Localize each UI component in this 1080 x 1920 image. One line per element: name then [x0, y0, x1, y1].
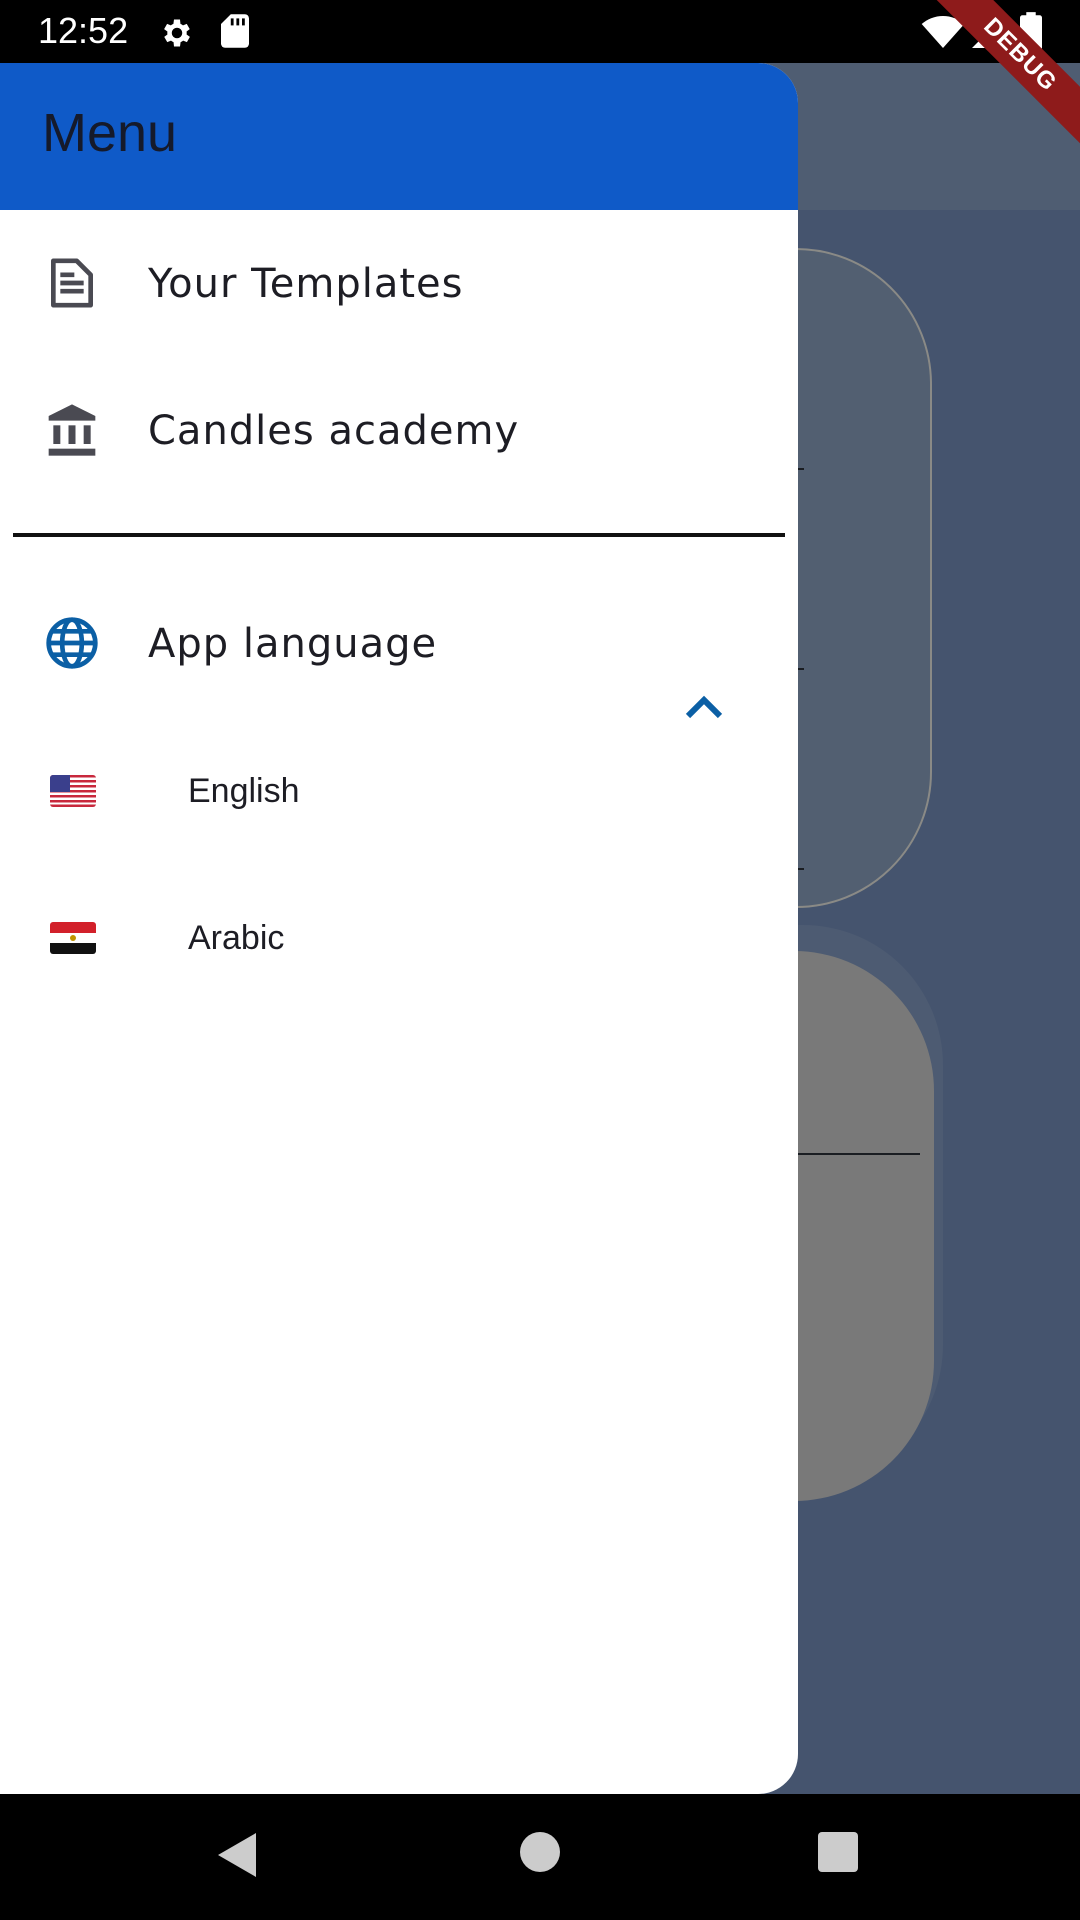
back-icon[interactable]	[214, 1830, 260, 1880]
menu-item-app-language[interactable]: App language	[0, 570, 798, 717]
signal-icon	[972, 16, 1004, 48]
document-icon	[51, 258, 93, 308]
language-option-english[interactable]: English	[0, 717, 798, 864]
sd-card-icon	[221, 14, 249, 48]
menu-item-label: App language	[148, 621, 438, 667]
system-nav-bar	[0, 1794, 1080, 1920]
home-icon[interactable]	[520, 1832, 560, 1872]
status-bar: 12:52	[0, 0, 1080, 63]
bank-icon	[48, 404, 96, 456]
globe-icon	[46, 617, 98, 669]
menu-item-label: Candles academy	[148, 408, 520, 454]
gear-icon	[164, 19, 190, 47]
background-divider	[798, 1153, 920, 1155]
navigation-drawer: Menu Your Templates Candles academy App …	[0, 63, 798, 1794]
recents-icon[interactable]	[818, 1832, 858, 1872]
menu-item-your-templates[interactable]: Your Templates	[0, 210, 798, 357]
language-option-label: Arabic	[188, 919, 285, 957]
drawer-title: Menu	[42, 103, 178, 163]
us-flag-icon	[50, 775, 96, 807]
menu-item-label: Your Templates	[148, 261, 464, 307]
language-option-arabic[interactable]: Arabic	[0, 864, 798, 1011]
battery-icon	[1020, 12, 1042, 50]
background-divider	[798, 668, 804, 670]
menu-item-candles-academy[interactable]: Candles academy	[0, 357, 798, 504]
background-divider	[798, 468, 804, 470]
wifi-icon	[921, 16, 965, 48]
status-time: 12:52	[38, 10, 129, 51]
egypt-flag-icon	[50, 922, 96, 954]
language-option-label: English	[188, 772, 300, 810]
background-divider	[798, 868, 804, 870]
drawer-divider	[13, 533, 785, 537]
drawer-header: Menu	[0, 63, 798, 210]
